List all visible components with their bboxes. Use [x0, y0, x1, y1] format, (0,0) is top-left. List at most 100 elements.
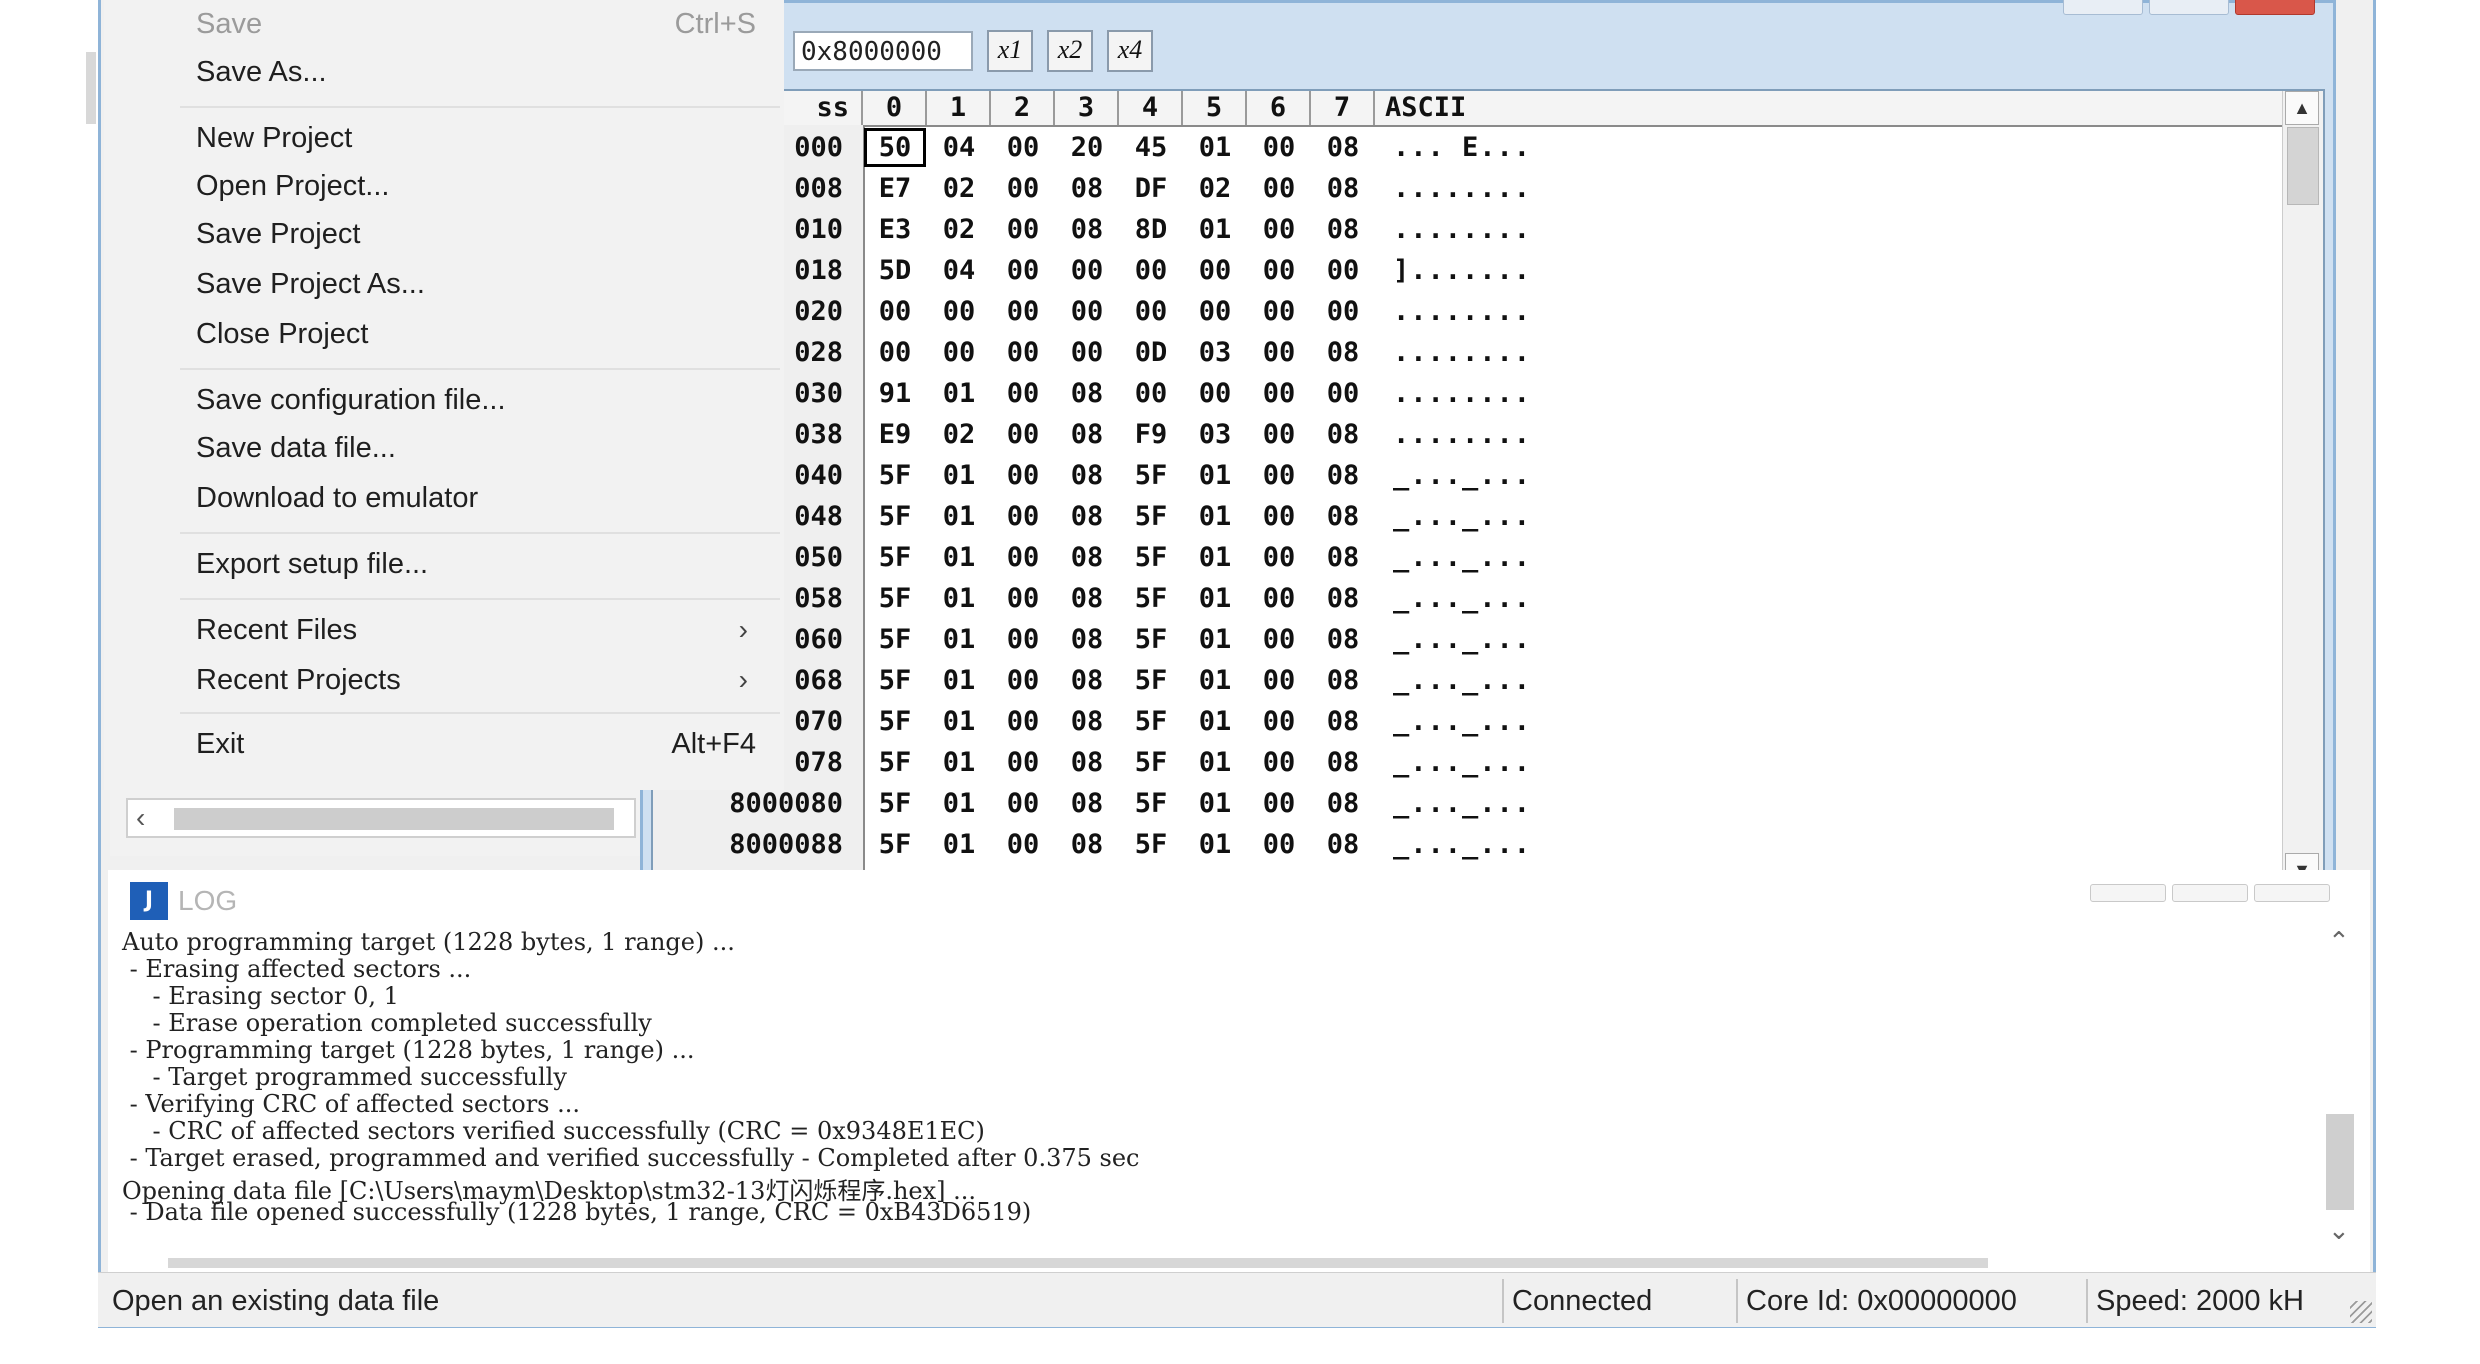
scroll-thumb[interactable] — [2287, 127, 2319, 205]
memory-row[interactable]: 000 50 04 00 20 45 01 00 08... E... — [653, 127, 2323, 168]
byte-cell[interactable]: 08 — [1311, 619, 1375, 660]
menu-item-save-project[interactable]: Save Project — [196, 210, 756, 258]
byte-cell[interactable]: 01 — [927, 783, 991, 824]
byte-cell[interactable]: 45 — [1119, 127, 1183, 168]
log-close-button[interactable] — [2254, 884, 2330, 902]
byte-cell[interactable]: 01 — [1183, 660, 1247, 701]
byte-cell[interactable]: 00 — [991, 783, 1055, 824]
menu-item-save-as[interactable]: Save As... — [196, 48, 756, 96]
byte-cell[interactable]: 03 — [1183, 332, 1247, 373]
byte-cell[interactable]: 01 — [1183, 701, 1247, 742]
byte-cell[interactable]: E7 — [863, 168, 927, 209]
byte-cell[interactable]: 5F — [1119, 578, 1183, 619]
byte-cell[interactable]: 5F — [863, 537, 927, 578]
byte-cell[interactable]: 08 — [1055, 537, 1119, 578]
byte-cell[interactable]: 5F — [863, 578, 927, 619]
byte-cell[interactable]: 01 — [1183, 496, 1247, 537]
byte-cell[interactable]: 00 — [863, 332, 927, 373]
byte-cell[interactable]: 00 — [991, 824, 1055, 865]
chevron-up-icon[interactable]: ⌃ — [2328, 926, 2350, 957]
memory-row[interactable]: 008 E7 02 00 08 DF 02 00 08........ — [653, 168, 2323, 209]
memory-vertical-scrollbar[interactable]: ▲ ▼ — [2282, 91, 2323, 883]
byte-cell[interactable]: 00 — [1247, 660, 1311, 701]
menu-item-save[interactable]: Save Ctrl+S — [196, 0, 756, 48]
byte-cell[interactable]: 5F — [863, 742, 927, 783]
log-horizontal-scrollbar[interactable] — [168, 1258, 1988, 1268]
byte-cell[interactable]: 5F — [863, 455, 927, 496]
byte-cell[interactable]: 5F — [1119, 496, 1183, 537]
byte-cell[interactable]: 5F — [1119, 619, 1183, 660]
byte-cell[interactable]: 08 — [1311, 701, 1375, 742]
byte-cell[interactable]: 00 — [991, 127, 1055, 168]
zoom-x2-button[interactable]: x2 — [1047, 30, 1093, 72]
byte-cell[interactable]: 01 — [927, 619, 991, 660]
byte-cell[interactable]: 00 — [1247, 250, 1311, 291]
byte-cell[interactable]: 08 — [1055, 742, 1119, 783]
byte-cell[interactable]: 01 — [927, 537, 991, 578]
menu-item-exit[interactable]: Exit Alt+F4 — [196, 720, 756, 768]
byte-cell[interactable]: 01 — [1183, 742, 1247, 783]
menu-item-open-project[interactable]: Open Project... — [196, 162, 756, 210]
memory-row[interactable]: 8000088 5F 01 00 08 5F 01 00 08 _..._... — [653, 824, 2323, 865]
byte-cell[interactable]: 00 — [1183, 373, 1247, 414]
memory-row[interactable]: 8000080 5F 01 00 08 5F 01 00 08 _..._... — [653, 783, 2323, 824]
byte-cell[interactable]: 01 — [927, 824, 991, 865]
byte-cell[interactable]: 5F — [1119, 824, 1183, 865]
byte-cell[interactable]: 01 — [1183, 537, 1247, 578]
memory-grid[interactable]: ss 0 1 2 3 4 5 6 7 ASCII 000 50 04 00 20 45 01… — [651, 89, 2325, 885]
byte-cell[interactable]: 5F — [863, 619, 927, 660]
byte-cell[interactable]: 03 — [1183, 414, 1247, 455]
byte-cell[interactable]: 00 — [1247, 742, 1311, 783]
byte-cell[interactable]: 00 — [863, 291, 927, 332]
byte-cell[interactable]: E9 — [863, 414, 927, 455]
byte-cell[interactable]: 00 — [1119, 250, 1183, 291]
byte-cell[interactable]: 00 — [927, 332, 991, 373]
memory-row[interactable]: 038 E9 02 00 08 F9 03 00 08........ — [653, 414, 2323, 455]
byte-cell[interactable]: 01 — [927, 701, 991, 742]
byte-cell[interactable]: 5D — [863, 250, 927, 291]
chevron-left-icon[interactable]: ‹ — [136, 802, 145, 834]
byte-cell[interactable]: 01 — [927, 742, 991, 783]
byte-cell[interactable]: 00 — [1055, 250, 1119, 291]
memory-row[interactable]: 020 00 00 00 00 00 00 00 00........ — [653, 291, 2323, 332]
byte-cell[interactable]: 08 — [1311, 537, 1375, 578]
byte-cell[interactable]: 00 — [991, 209, 1055, 250]
menu-item-new-project[interactable]: New Project — [196, 114, 756, 162]
byte-cell[interactable]: 08 — [1055, 619, 1119, 660]
byte-cell[interactable]: 00 — [1311, 250, 1375, 291]
byte-cell[interactable]: 5F — [1119, 455, 1183, 496]
byte-cell[interactable]: 01 — [927, 455, 991, 496]
byte-cell[interactable]: 02 — [1183, 168, 1247, 209]
byte-cell[interactable]: 20 — [1055, 127, 1119, 168]
log-minimize-button[interactable] — [2090, 884, 2166, 902]
memory-row[interactable]: 078 5F 01 00 08 5F 01 00 08 _..._... — [653, 742, 2323, 783]
byte-cell[interactable]: 5F — [1119, 701, 1183, 742]
byte-cell[interactable]: 00 — [991, 619, 1055, 660]
byte-cell[interactable]: 00 — [991, 455, 1055, 496]
byte-cell[interactable]: 08 — [1311, 783, 1375, 824]
byte-cell[interactable]: 01 — [927, 660, 991, 701]
byte-cell[interactable]: 01 — [927, 373, 991, 414]
byte-cell[interactable]: 00 — [991, 414, 1055, 455]
memory-row[interactable]: 018 5D 04 00 00 00 00 00 00]....... — [653, 250, 2323, 291]
log-maximize-button[interactable] — [2172, 884, 2248, 902]
byte-cell[interactable]: 5F — [863, 701, 927, 742]
byte-cell[interactable]: 08 — [1055, 373, 1119, 414]
byte-cell[interactable]: 00 — [1247, 209, 1311, 250]
byte-cell[interactable]: 00 — [1247, 783, 1311, 824]
byte-cell[interactable]: 00 — [991, 742, 1055, 783]
byte-cell[interactable]: 00 — [991, 578, 1055, 619]
byte-cell[interactable]: 5F — [1119, 783, 1183, 824]
byte-cell[interactable]: 08 — [1311, 332, 1375, 373]
byte-cell[interactable]: 08 — [1311, 660, 1375, 701]
byte-cell[interactable]: 08 — [1055, 168, 1119, 209]
close-button[interactable] — [2235, 0, 2315, 15]
byte-cell[interactable]: 00 — [1311, 291, 1375, 332]
byte-cell[interactable]: 00 — [991, 332, 1055, 373]
byte-cell[interactable]: DF — [1119, 168, 1183, 209]
byte-cell[interactable]: 5F — [863, 783, 927, 824]
log-vertical-scrollbar[interactable]: ⌃ ⌄ — [2322, 926, 2356, 1246]
byte-cell[interactable]: 00 — [991, 701, 1055, 742]
byte-cell[interactable]: 00 — [1247, 619, 1311, 660]
byte-cell[interactable]: 91 — [863, 373, 927, 414]
